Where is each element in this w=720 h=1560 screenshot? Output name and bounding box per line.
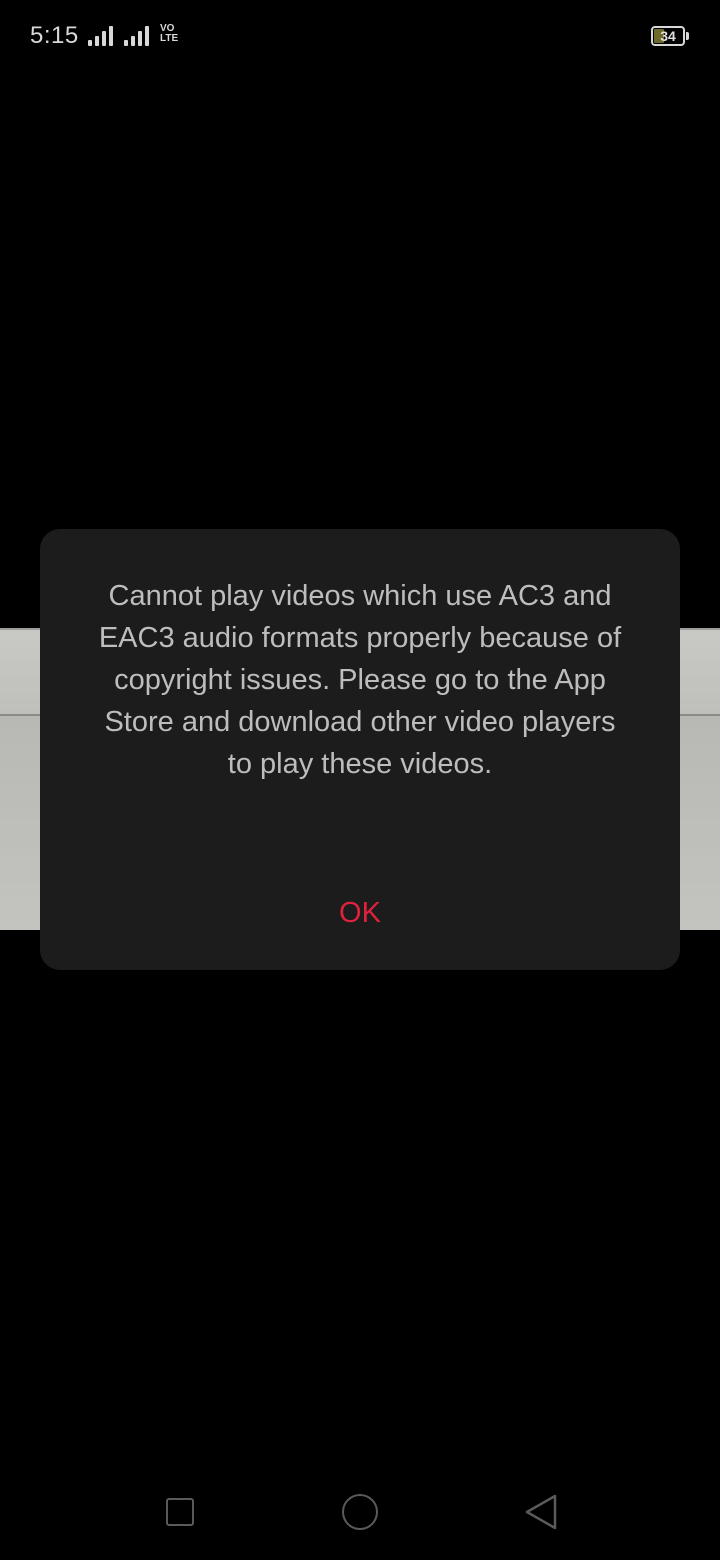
- alert-dialog: Cannot play videos which use AC3 and EAC…: [40, 529, 680, 970]
- battery-icon: 34: [651, 26, 685, 46]
- status-time: 5:15: [30, 22, 79, 49]
- back-icon[interactable]: [524, 1494, 558, 1530]
- home-icon[interactable]: [342, 1494, 378, 1530]
- status-bar: 5:15 VO LTE 34: [0, 0, 720, 72]
- navigation-bar: [0, 1470, 720, 1560]
- volte-icon: VO LTE: [160, 23, 179, 44]
- battery-level: 34: [660, 28, 676, 44]
- signal-icon: [88, 26, 113, 46]
- ok-button[interactable]: OK: [290, 885, 430, 941]
- screen: 5:15 VO LTE 34 Cannot play videos which u…: [0, 0, 720, 1560]
- battery-tip: [686, 32, 689, 40]
- dialog-message: Cannot play videos which use AC3 and EAC…: [98, 580, 622, 780]
- recent-apps-icon[interactable]: [166, 1498, 194, 1526]
- signal-icon: [124, 26, 149, 46]
